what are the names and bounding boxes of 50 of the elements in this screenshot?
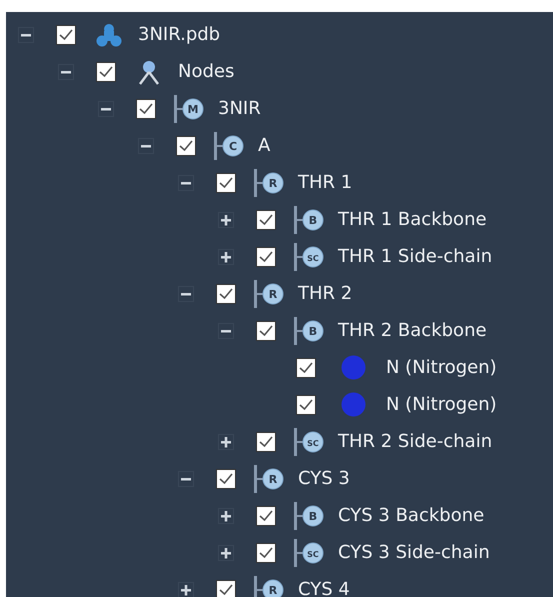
expand-icon[interactable] [178, 582, 194, 597]
collapse-icon[interactable] [218, 322, 234, 338]
checkbox[interactable] [216, 172, 236, 192]
atom-sphere-icon [341, 392, 366, 417]
node-label[interactable]: N (Nitrogen) [386, 391, 497, 418]
collapse-icon[interactable] [178, 174, 194, 190]
node-label[interactable]: CYS 3 [298, 465, 350, 492]
expand-icon[interactable] [218, 212, 234, 228]
checkbox[interactable] [216, 468, 236, 488]
checkbox[interactable] [176, 136, 196, 156]
collapse-icon[interactable] [178, 286, 194, 302]
checkbox[interactable] [256, 246, 276, 266]
node-label[interactable]: N (Nitrogen) [386, 354, 497, 381]
checkbox[interactable] [216, 284, 236, 304]
checkbox[interactable] [256, 320, 276, 340]
checkbox[interactable] [256, 542, 276, 562]
node-label[interactable]: THR 2 [298, 280, 352, 307]
molecule-icon [96, 22, 122, 48]
node-label[interactable]: Nodes [178, 58, 234, 85]
collapse-icon[interactable] [138, 138, 154, 154]
checkbox[interactable] [216, 580, 236, 597]
node-label[interactable]: THR 1 Side-chain [338, 243, 492, 270]
checkbox[interactable] [96, 62, 116, 82]
node-label[interactable]: THR 1 [298, 169, 352, 196]
checkbox[interactable] [56, 24, 76, 44]
node-label[interactable]: 3NIR.pdb [138, 21, 220, 48]
checkbox[interactable] [256, 210, 276, 230]
node-label[interactable]: THR 2 Backbone [338, 317, 487, 344]
checkbox[interactable] [256, 506, 276, 526]
node-icon [136, 58, 162, 84]
checkbox[interactable] [136, 98, 156, 118]
expand-icon[interactable] [218, 508, 234, 524]
node-label[interactable]: CYS 4 [298, 576, 350, 597]
collapse-icon[interactable] [58, 64, 74, 80]
collapse-icon[interactable] [18, 26, 34, 42]
node-label[interactable]: THR 1 Backbone [338, 206, 487, 233]
node-label[interactable]: CYS 3 Backbone [338, 502, 484, 529]
node-label[interactable]: A [258, 132, 270, 159]
node-label[interactable]: THR 2 Side-chain [338, 428, 492, 455]
checkbox[interactable] [256, 432, 276, 452]
expand-icon[interactable] [218, 544, 234, 560]
node-label[interactable]: 3NIR [218, 95, 261, 122]
atom-sphere-icon [341, 355, 366, 380]
expand-icon[interactable] [218, 248, 234, 264]
expand-icon[interactable] [218, 434, 234, 450]
checkbox[interactable] [296, 358, 316, 378]
node-label[interactable]: CYS 3 Side-chain [338, 539, 490, 566]
checkbox[interactable] [296, 394, 316, 414]
collapse-icon[interactable] [178, 470, 194, 486]
collapse-icon[interactable] [98, 100, 114, 116]
